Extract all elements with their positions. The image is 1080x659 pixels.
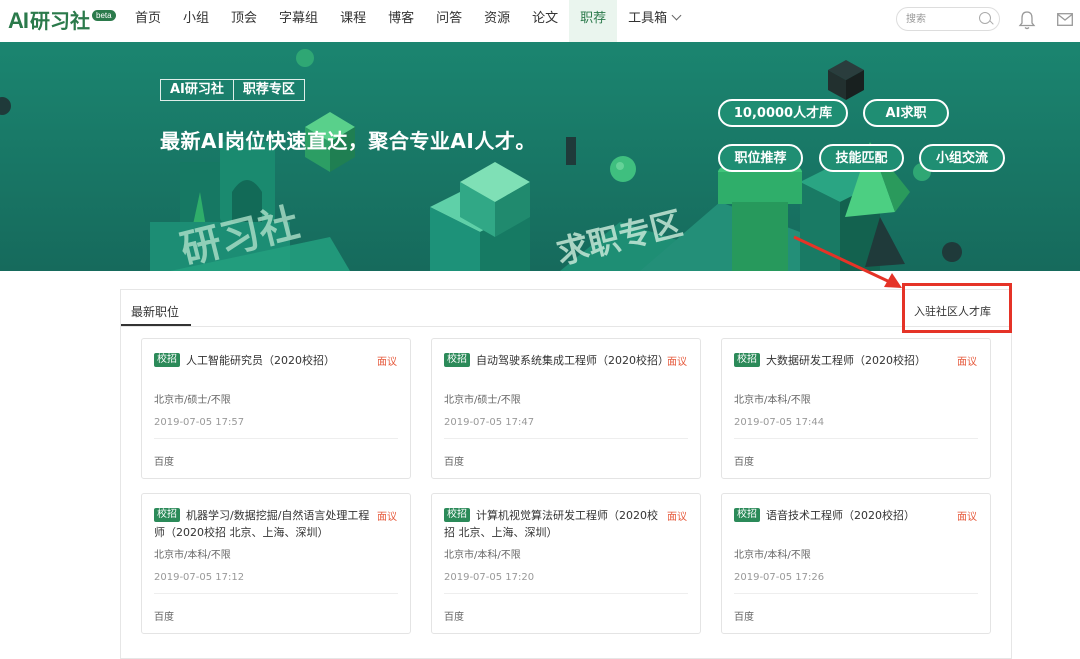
group-chat-button[interactable]: 小组交流 xyxy=(919,144,1005,172)
search-input[interactable] xyxy=(906,12,974,26)
job-title[interactable]: 自动驾驶系统集成工程师（2020校招） xyxy=(444,352,669,369)
nav-item-jobs[interactable]: 职荐 xyxy=(569,0,618,42)
nav-item-resources[interactable]: 资源 xyxy=(473,0,521,42)
job-company: 百度 xyxy=(444,457,464,468)
top-nav: AI 研习社 beta 首页 小组 顶会 字幕组 课程 博客 问答 资源 论文 … xyxy=(0,0,1080,43)
job-meta: 北京市/硕士/不限 xyxy=(444,395,521,406)
site-logo[interactable]: AI 研习社 beta xyxy=(8,8,116,34)
job-title[interactable]: 计算机视觉算法研发工程师（2020校招 北京、上海、深圳） xyxy=(444,507,666,541)
job-meta: 北京市/本科/不限 xyxy=(734,550,811,561)
divider xyxy=(734,438,978,439)
skill-match-button[interactable]: 技能匹配 xyxy=(819,144,904,172)
divider xyxy=(444,438,688,439)
highlight-box xyxy=(902,283,1012,333)
logo-cn-text: 研习社 xyxy=(30,9,90,33)
job-meta: 北京市/硕士/不限 xyxy=(154,395,231,406)
banner-tag: AI研习社 职荐专区 xyxy=(160,79,305,101)
job-company: 百度 xyxy=(154,457,174,468)
job-time: 2019-07-05 17:47 xyxy=(444,417,535,428)
nav-item-subtitle-group[interactable]: 字幕组 xyxy=(268,0,329,42)
job-salary: 面议 xyxy=(667,512,687,523)
job-title[interactable]: 语音技术工程师（2020校招） xyxy=(734,507,956,524)
banner-illustration: 研习社 求职专区 xyxy=(0,42,1080,271)
job-card[interactable]: 语音技术工程师（2020校招） 校招 面议 北京市/本科/不限 2019-07-… xyxy=(721,493,991,634)
job-time: 2019-07-05 17:26 xyxy=(734,572,825,583)
job-meta: 北京市/本科/不限 xyxy=(444,550,521,561)
job-salary: 面议 xyxy=(667,357,687,368)
ai-job-search-button[interactable]: AI求职 xyxy=(863,99,949,127)
campus-tag: 校招 xyxy=(154,508,180,522)
main-nav: 首页 小组 顶会 字幕组 课程 博客 问答 资源 论文 职荐 工具箱 xyxy=(124,0,691,42)
logo-ai-text: AI xyxy=(8,8,29,33)
job-company: 百度 xyxy=(734,457,754,468)
nav-item-toolbox[interactable]: 工具箱 xyxy=(617,0,691,42)
divider xyxy=(734,593,978,594)
campus-tag: 校招 xyxy=(734,353,760,367)
job-company: 百度 xyxy=(154,612,174,623)
job-card[interactable]: 计算机视觉算法研发工程师（2020校招 北京、上海、深圳） 校招 面议 北京市/… xyxy=(431,493,701,634)
job-card[interactable]: 机器学习/数据挖掘/自然语言处理工程师（2020校招 北京、上海、深圳） 校招 … xyxy=(141,493,411,634)
banner-tag-right: 职荐专区 xyxy=(232,80,304,100)
search-icon[interactable] xyxy=(979,12,991,24)
job-time: 2019-07-05 17:20 xyxy=(444,572,535,583)
job-time: 2019-07-05 17:57 xyxy=(154,417,245,428)
divider xyxy=(154,438,398,439)
job-salary: 面议 xyxy=(957,357,977,368)
job-title[interactable]: 人工智能研究员（2020校招） xyxy=(154,352,376,369)
banner-slogan: 最新AI岗位快速直达，聚合专业AI人才。 xyxy=(160,129,536,153)
tab-underline xyxy=(121,324,191,326)
search-box[interactable] xyxy=(896,7,1000,31)
job-salary: 面议 xyxy=(377,357,397,368)
nav-item-courses[interactable]: 课程 xyxy=(329,0,377,42)
tab-latest-jobs[interactable]: 最新职位 xyxy=(131,303,179,320)
job-card[interactable]: 大数据研发工程师（2020校招） 校招 面议 北京市/本科/不限 2019-07… xyxy=(721,338,991,479)
bell-icon[interactable] xyxy=(1018,10,1036,30)
job-title[interactable]: 机器学习/数据挖掘/自然语言处理工程师（2020校招 北京、上海、深圳） xyxy=(154,507,376,541)
job-recommend-button[interactable]: 职位推荐 xyxy=(718,144,803,172)
job-company: 百度 xyxy=(444,612,464,623)
job-card[interactable]: 人工智能研究员（2020校招） 校招 面议 北京市/硕士/不限 2019-07-… xyxy=(141,338,411,479)
job-meta: 北京市/本科/不限 xyxy=(734,395,811,406)
job-salary: 面议 xyxy=(957,512,977,523)
nav-item-home[interactable]: 首页 xyxy=(124,0,172,42)
nav-item-toolbox-label: 工具箱 xyxy=(628,11,668,26)
campus-tag: 校招 xyxy=(734,508,760,522)
annotation-arrow xyxy=(793,235,902,288)
job-salary: 面议 xyxy=(377,512,397,523)
job-meta: 北京市/本科/不限 xyxy=(154,550,231,561)
nav-item-qa[interactable]: 问答 xyxy=(425,0,473,42)
job-time: 2019-07-05 17:44 xyxy=(734,417,825,428)
job-title[interactable]: 大数据研发工程师（2020校招） xyxy=(734,352,956,369)
job-time: 2019-07-05 17:12 xyxy=(154,572,245,583)
job-card[interactable]: 自动驾驶系统集成工程师（2020校招） 校招 面议 北京市/硕士/不限 2019… xyxy=(431,338,701,479)
nav-item-papers[interactable]: 论文 xyxy=(521,0,569,42)
jobs-banner: 研习社 求职专区 AI研习社 职荐专区 最新AI岗位快速直达，聚合专业AI人才。… xyxy=(0,42,1080,271)
nav-item-blog[interactable]: 博客 xyxy=(377,0,425,42)
banner-tag-left: AI研习社 xyxy=(170,82,224,97)
campus-tag: 校招 xyxy=(154,353,180,367)
panel-header: 最新职位 入驻社区人才库 xyxy=(121,290,1011,327)
talent-pool-button[interactable]: 10,0000人才库 xyxy=(718,99,848,127)
beta-badge: beta xyxy=(92,10,116,21)
divider xyxy=(444,593,688,594)
nav-item-groups[interactable]: 小组 xyxy=(172,0,220,42)
job-company: 百度 xyxy=(734,612,754,623)
nav-item-conferences[interactable]: 顶会 xyxy=(220,0,268,42)
divider xyxy=(154,593,398,594)
campus-tag: 校招 xyxy=(444,508,470,522)
campus-tag: 校招 xyxy=(444,353,470,367)
chevron-down-icon xyxy=(671,10,682,21)
mail-icon[interactable] xyxy=(1057,13,1073,26)
